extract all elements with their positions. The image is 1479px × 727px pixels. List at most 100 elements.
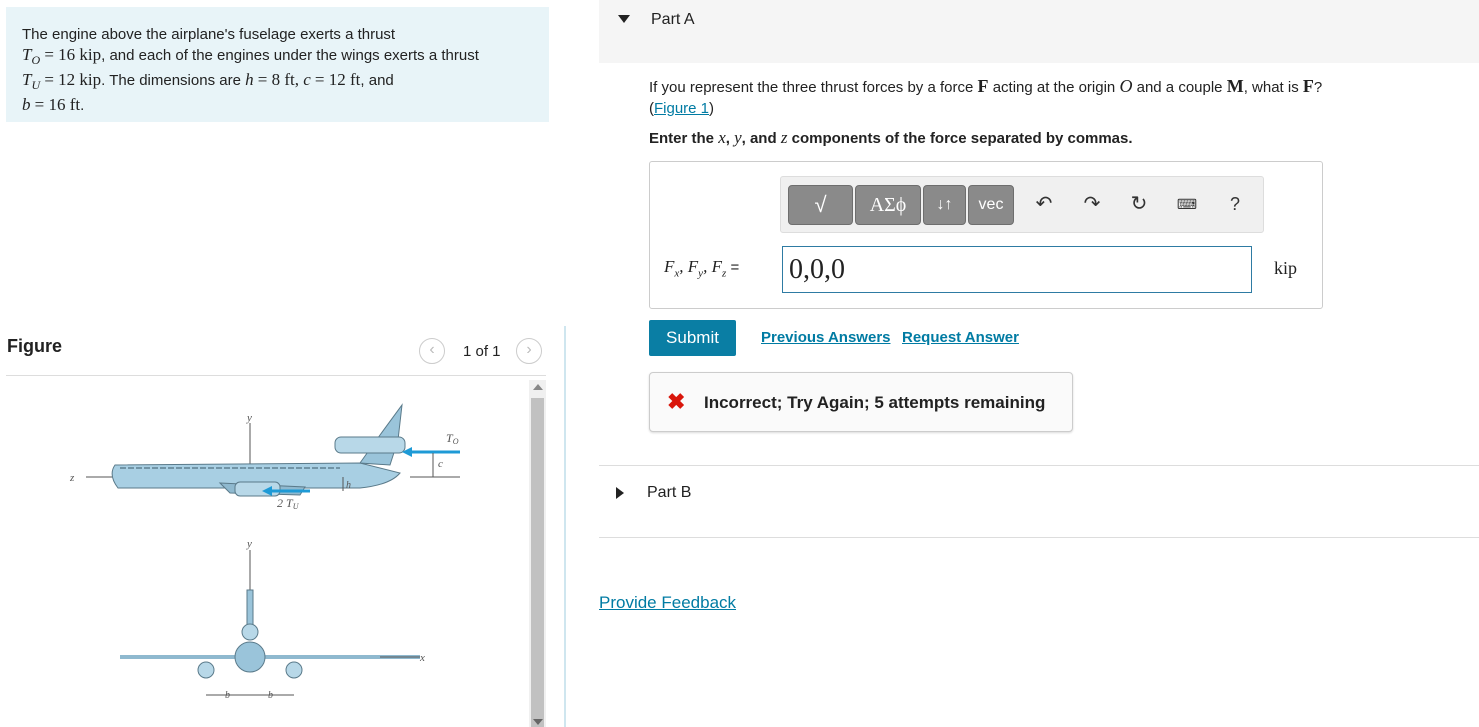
scroll-thumb[interactable]	[531, 398, 544, 727]
z-label: z	[69, 472, 75, 484]
x-symbol: x	[718, 128, 726, 147]
x-label: x	[419, 652, 425, 664]
right-engine-front	[285, 661, 303, 679]
figure-link[interactable]: Figure 1	[654, 100, 709, 117]
q-text-1: If you represent the three thrust forces…	[649, 79, 974, 96]
b-symbol: b	[22, 95, 31, 114]
z-symbol: z	[780, 128, 788, 147]
feedback-box: ✖ Incorrect; Try Again; 5 attempts remai…	[649, 372, 1073, 432]
figure-scrollbar[interactable]	[529, 380, 546, 727]
chevron-left-icon: ‹	[429, 341, 435, 358]
expand-icon	[616, 487, 624, 499]
f-symbol-2: F	[1302, 76, 1314, 96]
c-symbol: c	[303, 70, 311, 89]
figure-pager: 1 of 1	[463, 343, 501, 360]
y-label-front: y	[246, 538, 252, 550]
problem-line-2: TO = 16 kip, and each of the engines und…	[22, 45, 535, 70]
templates-button[interactable]: √	[788, 185, 853, 225]
q-text-5: ?	[1313, 79, 1323, 96]
fy-label: F	[687, 257, 699, 276]
b-label-2: b	[268, 690, 273, 701]
tail-fin	[359, 403, 403, 466]
and-word: and	[749, 130, 777, 147]
part-a-header[interactable]: Part A	[599, 0, 1479, 63]
equals-sign: =	[730, 259, 740, 276]
collapse-icon	[618, 15, 630, 23]
instr-text-2: components of the force separated by com…	[791, 130, 1133, 147]
c-fig-label: c	[438, 458, 443, 470]
tu-value: = 12 kip	[44, 70, 102, 89]
instr-text-1: Enter the	[649, 130, 715, 147]
answer-input[interactable]: 0,0,0	[782, 246, 1252, 293]
request-answer-link[interactable]: Request Answer	[902, 329, 1019, 346]
m-symbol: M	[1226, 76, 1244, 96]
and-text: , and	[360, 72, 394, 89]
submit-button[interactable]: Submit	[649, 320, 736, 356]
b-label-1: b	[225, 690, 230, 701]
figure-prev-button[interactable]: ‹	[419, 338, 445, 364]
unit-label: kip	[1274, 258, 1298, 278]
c-value: = 12 ft	[314, 70, 361, 89]
previous-answers-link[interactable]: Previous Answers	[761, 329, 891, 346]
fx-label: F	[664, 257, 675, 276]
scroll-up-icon[interactable]	[533, 384, 543, 390]
problem-line-4: b = 16 ft.	[22, 95, 535, 116]
wing-engine	[234, 481, 281, 497]
q-text-2: acting at the origin	[992, 79, 1116, 96]
tu-subscript: U	[31, 78, 41, 92]
problem-statement: The engine above the airplane's fuselage…	[6, 7, 549, 122]
problem-line-3: TU = 12 kip. The dimensions are h = 8 ft…	[22, 70, 535, 95]
sqrt-icon: √	[814, 192, 827, 217]
tu2-fig-label: 2 TU	[277, 496, 300, 511]
arrows-button[interactable]: ↓↑	[923, 185, 966, 225]
part-b-header[interactable]: Part B	[599, 466, 1479, 536]
problem-line3-text: . The dimensions are	[101, 72, 241, 89]
scroll-down-icon[interactable]	[533, 719, 543, 725]
instruction-text: Enter the x, y, and z components of the …	[649, 128, 1133, 147]
y-label-top: y	[246, 412, 252, 424]
h-fig-label: h	[346, 480, 351, 491]
t0-fig-label: TO	[446, 431, 459, 446]
problem-line2-text: , and each of the engines under the wing…	[101, 47, 479, 64]
part-a-title: Part A	[651, 11, 695, 28]
h-symbol: h	[245, 70, 254, 89]
reset-icon[interactable]: ↻	[1125, 189, 1153, 219]
y-symbol: y	[734, 128, 742, 147]
problem-line-1: The engine above the airplane's fuselage…	[22, 25, 535, 45]
b-value: = 16 ft	[34, 95, 81, 114]
math-toolbar: √ ΑΣϕ ↓↑ vec ↶ ↷ ↻ ⌨ ?	[780, 176, 1264, 233]
figure-next-button[interactable]: ›	[516, 338, 542, 364]
fuselage-front	[234, 641, 266, 673]
help-button[interactable]: ?	[1221, 189, 1249, 219]
problem-intro: The engine above the airplane's fuselage…	[22, 26, 396, 43]
feedback-text: Incorrect; Try Again; 5 attempts remaini…	[704, 393, 1046, 412]
redo-icon[interactable]: ↷	[1078, 189, 1106, 219]
keyboard-icon[interactable]: ⌨	[1173, 189, 1201, 219]
left-engine-front	[197, 661, 215, 679]
t0-subscript: O	[31, 53, 41, 67]
top-engine	[334, 436, 406, 454]
part-separator-2	[599, 537, 1479, 538]
f-symbol: F	[977, 76, 989, 96]
figure-divider	[6, 375, 546, 376]
q-text-3: and a couple	[1136, 79, 1223, 96]
greek-button[interactable]: ΑΣϕ	[855, 185, 921, 225]
q-text-4: , what is	[1243, 79, 1299, 96]
h-value: = 8 ft,	[257, 70, 300, 89]
provide-feedback-link[interactable]: Provide Feedback	[599, 593, 736, 613]
undo-icon[interactable]: ↶	[1030, 189, 1058, 219]
incorrect-icon: ✖	[667, 389, 686, 414]
period: .	[80, 97, 85, 114]
fz-label: F	[711, 257, 722, 276]
figure-link-wrap: (Figure 1)	[649, 100, 715, 117]
chevron-right-icon: ›	[526, 341, 532, 358]
equation-label: Fx, Fy, Fz =	[664, 257, 740, 280]
airplane-figure: y z TO c h 2 TU y x b b	[69, 403, 460, 701]
question-text: If you represent the three thrust forces…	[649, 76, 1449, 119]
figure-title: Figure	[7, 336, 63, 356]
vec-button[interactable]: vec	[968, 185, 1014, 225]
column-divider	[564, 326, 566, 727]
top-engine-front	[241, 623, 259, 641]
t0-value: = 16 kip	[44, 45, 102, 64]
o-symbol: O	[1119, 76, 1133, 96]
